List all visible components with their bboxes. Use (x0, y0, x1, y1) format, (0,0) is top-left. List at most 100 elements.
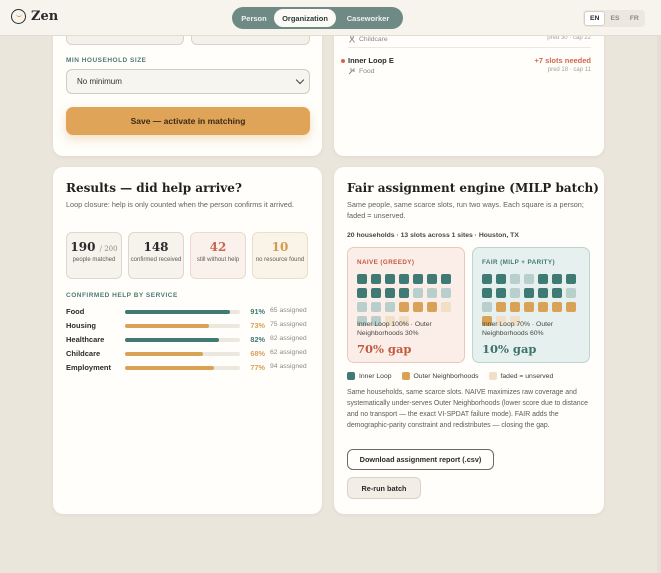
save-activate-button[interactable]: Save — activate in matching (66, 107, 310, 135)
person-square (413, 302, 423, 312)
person-square (399, 274, 409, 284)
person-square (496, 288, 506, 298)
household-size-select[interactable]: No minimum (66, 69, 310, 94)
person-square (482, 302, 492, 312)
person-square (357, 288, 367, 298)
person-square (413, 288, 423, 298)
person-square (566, 302, 576, 312)
service-name: Healthcare (66, 335, 105, 344)
service-row-employment: Employment 77% 94 assigned (66, 363, 311, 373)
results-subtitle: Loop closure: help is only counted when … (66, 200, 294, 209)
service-progress-track (125, 310, 240, 314)
download-report-button[interactable]: Download assignment report (.csv) (347, 449, 494, 470)
service-name: Childcare (66, 349, 101, 358)
service-percent: 91% (250, 307, 265, 316)
person-square (399, 302, 409, 312)
chevron-down-icon (295, 75, 305, 85)
naive-panel: NAIVE (GREEDY) Inner Loop 100% · Outer N… (347, 247, 465, 363)
lang-fr[interactable]: FR (625, 11, 644, 26)
service-progress-track (125, 324, 240, 328)
legend-item: Inner Loop (347, 372, 392, 380)
service-percent: 82% (250, 335, 265, 344)
service-progress-track (125, 366, 240, 370)
stat-label: confirmed received (130, 257, 182, 263)
service-percent: 77% (250, 363, 265, 372)
person-square (357, 302, 367, 312)
logo[interactable]: Zen (11, 9, 58, 24)
lang-es[interactable]: ES (605, 11, 624, 26)
service-assigned: 62 assigned (270, 349, 307, 356)
matching-settings-card: MIN HOUSEHOLD SIZE No minimum Save — act… (53, 28, 322, 156)
person-square (427, 302, 437, 312)
role-tab-person[interactable]: Person (234, 9, 274, 27)
person-square (566, 274, 576, 284)
person-square (441, 288, 451, 298)
rerun-batch-button[interactable]: Re-run batch (347, 477, 421, 499)
person-square (510, 274, 520, 284)
service-assigned: 65 assigned (270, 307, 307, 314)
service-progress-fill (125, 324, 209, 328)
person-square (413, 274, 423, 284)
person-square (371, 302, 381, 312)
person-square (566, 288, 576, 298)
legend-item: Outer Neighborhoods (401, 372, 479, 380)
naive-caption: Inner Loop 100% · Outer Neighborhoods 30… (357, 321, 432, 337)
person-square (371, 274, 381, 284)
person-square (482, 274, 492, 284)
person-square (371, 288, 381, 298)
household-size-value: No minimum (77, 77, 122, 86)
stat-label: no resource found (255, 257, 305, 263)
brand-name: Zen (31, 9, 59, 24)
service-percent: 73% (250, 321, 265, 330)
person-square (441, 302, 451, 312)
service-progress-fill (125, 352, 204, 356)
stat-value: 42 (209, 240, 227, 254)
role-tab-organization[interactable]: Organization (274, 9, 336, 27)
person-square (496, 274, 506, 284)
service-section-label: CONFIRMED HELP BY SERVICE (66, 292, 178, 299)
legend-label: Outer Neighborhoods (413, 372, 479, 380)
legend-swatch (488, 372, 497, 380)
site-row[interactable]: Inner Loop E Food +7 slots needed pred 1… (341, 56, 591, 75)
slots-needed: +7 slots needed (534, 56, 591, 65)
stat-suffix: / 200 (99, 245, 118, 253)
alert-dot-icon (341, 59, 345, 63)
service-progress-fill (125, 366, 214, 370)
person-square (538, 288, 548, 298)
fair-caption: Inner Loop 70% · Outer Neighborhoods 60% (482, 321, 554, 337)
site-demand-card: Childcare pred 30 · cap 22 Inner Loop E … (334, 28, 604, 156)
person-square (510, 302, 520, 312)
fair-assignment-card: Fair assignment engine (MILP batch) Same… (334, 167, 604, 514)
legend-swatch (401, 372, 410, 380)
person-square (552, 302, 562, 312)
person-square (524, 288, 534, 298)
stat-no-resource-found: 10 no resource found (252, 232, 308, 279)
service-name: Housing (66, 321, 96, 330)
service-assigned: 75 assigned (270, 321, 307, 328)
fair-gap: 10% gap (482, 342, 537, 356)
batch-meta: 20 households · 13 slots across 1 sites … (347, 232, 519, 239)
language-switcher: EN ES FR (583, 10, 645, 27)
page-scrollbar[interactable] (657, 36, 661, 573)
role-tab-caseworker[interactable]: Caseworker (336, 9, 400, 27)
person-square (482, 288, 492, 298)
fair-panel: FAIR (MILP + PARITY) Inner Loop 70% · Ou… (472, 247, 590, 363)
legend-label: faded = unserved (500, 372, 554, 380)
service-progress-fill (125, 338, 220, 342)
results-title: Results — did help arrive? (66, 181, 242, 195)
fair-title: Fair assignment engine (MILP batch) (347, 181, 599, 195)
service-row-housing: Housing 73% 75 assigned (66, 321, 311, 331)
fair-subtitle: Same people, same scarce slots, run two … (347, 200, 584, 220)
person-square (385, 274, 395, 284)
stat-label: still without help (196, 257, 240, 263)
person-square (357, 274, 367, 284)
stat-confirmed-received: 148 confirmed received (128, 232, 184, 279)
lang-en[interactable]: EN (584, 11, 606, 26)
service-progress-track (125, 338, 240, 342)
legend-item: faded = unserved (488, 372, 554, 380)
stat-value: 148 (143, 240, 169, 254)
person-square (524, 274, 534, 284)
household-size-label: MIN HOUSEHOLD SIZE (66, 57, 147, 64)
person-square (552, 274, 562, 284)
service-assigned: 82 assigned (270, 335, 307, 342)
